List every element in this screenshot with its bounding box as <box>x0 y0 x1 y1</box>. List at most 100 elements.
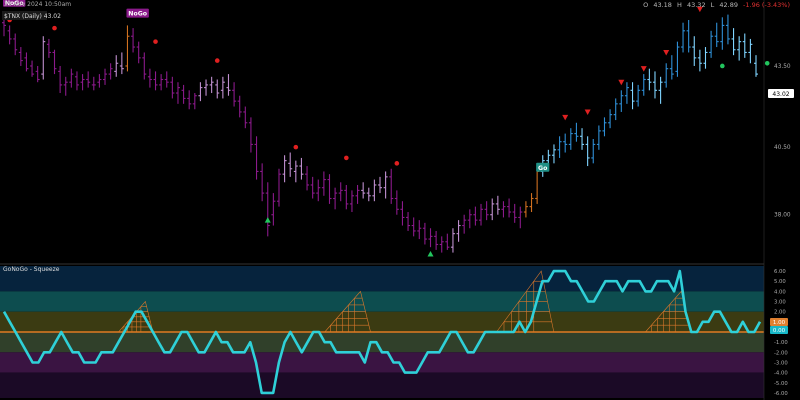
price-bar <box>411 217 416 237</box>
low-label: L <box>710 1 715 9</box>
price-bar <box>462 214 467 234</box>
price-bar <box>215 79 220 99</box>
price-bar <box>501 201 506 218</box>
last-price-badge: 43.02 <box>768 89 794 98</box>
price-bar <box>619 90 624 112</box>
price-bar <box>394 190 399 215</box>
price-bar <box>422 222 427 245</box>
price-bar <box>692 36 697 66</box>
price-bar <box>237 95 242 118</box>
svg-text:0.00: 0.00 <box>773 328 786 334</box>
price-bar <box>372 179 377 202</box>
price-bar <box>647 68 652 91</box>
price-bar <box>439 236 444 253</box>
oscillator-band <box>0 291 764 312</box>
price-bar <box>30 60 35 77</box>
price-bar <box>658 76 663 104</box>
chart-date: 25 Nov 2024 10:50am <box>4 1 72 8</box>
price-bar <box>484 201 489 221</box>
price-bar <box>630 82 635 110</box>
price-bar <box>366 187 371 202</box>
oscillator-marker-1: 1.00 <box>770 318 788 326</box>
high-label: H <box>677 1 682 9</box>
price-bar <box>608 109 613 129</box>
price-bar <box>52 49 57 75</box>
price-bar <box>41 36 46 80</box>
oscillator-tick: 3.00 <box>774 300 786 306</box>
oscillator-title: GoNoGo - Squeeze <box>3 266 60 273</box>
oscillator-tick: -6.00 <box>774 391 788 397</box>
go-dot <box>720 63 725 69</box>
price-bar <box>276 168 281 207</box>
price-bar <box>282 155 287 183</box>
price-bar <box>153 71 158 91</box>
down-triangle <box>663 49 670 56</box>
price-bar <box>720 17 725 50</box>
svg-text:NoGo: NoGo <box>128 11 147 18</box>
price-bar <box>417 220 422 240</box>
oscillator-band <box>0 311 764 332</box>
price-bar <box>187 90 192 110</box>
price-bar <box>305 166 310 191</box>
go-dot <box>764 60 770 66</box>
price-bar <box>299 157 304 180</box>
down-triangle <box>562 114 569 121</box>
price-bar <box>574 122 579 142</box>
change-value: -1.96 (-3.43%) <box>743 1 790 9</box>
price-bar <box>378 176 382 194</box>
price-bar <box>686 20 691 53</box>
down-triangle <box>618 79 625 86</box>
price-bar <box>293 160 298 183</box>
price-bar <box>7 25 12 45</box>
price-tick: 38.00 <box>774 213 791 219</box>
price-bar <box>473 206 478 226</box>
price-bar <box>58 65 63 94</box>
nogo-dot <box>293 144 299 150</box>
price-bar <box>232 82 237 107</box>
svg-text:$TNX (Daily) 43.02: $TNX (Daily) 43.02 <box>4 13 61 20</box>
price-title: $TNX (Daily) 43.02 <box>2 11 61 20</box>
price-bar <box>361 182 366 199</box>
oscillator-tick: 4.00 <box>774 289 786 295</box>
price-bar <box>636 84 641 107</box>
price-bar <box>624 82 629 104</box>
price-bar <box>125 25 130 72</box>
price-bar <box>400 201 405 226</box>
up-triangle <box>427 250 434 257</box>
price-bar <box>602 117 607 137</box>
price-bar <box>254 136 259 180</box>
signal-markers: NoGoNoGoGo <box>3 0 770 257</box>
up-triangle <box>264 217 271 223</box>
price-bar <box>456 220 461 242</box>
price-tick: 43.50 <box>774 64 791 70</box>
price-bar <box>450 228 455 253</box>
price-bar <box>181 84 186 104</box>
price-bar <box>641 74 646 96</box>
price-bar <box>159 74 164 91</box>
price-bar <box>147 68 152 88</box>
axis-labels: 43.50 40.50 38.00 6.00 5.00 4.00 3.00 2.00 1.00 -… <box>774 64 791 397</box>
price-bar <box>119 52 124 75</box>
price-bar <box>13 33 18 56</box>
price-bar <box>175 82 180 104</box>
price-bar <box>467 209 472 229</box>
price-bar <box>265 182 270 237</box>
price-bar <box>316 179 321 202</box>
nogo-dot <box>344 155 349 161</box>
price-bar <box>170 76 175 99</box>
price-bar <box>80 74 85 91</box>
open-value: 43.18 <box>653 1 672 9</box>
price-bar <box>428 228 433 248</box>
price-bar <box>714 22 719 48</box>
price-bar <box>349 190 354 213</box>
price-bar <box>198 82 203 102</box>
open-label: O <box>643 1 649 9</box>
price-bar <box>355 184 360 204</box>
price-bar <box>209 76 214 94</box>
price-bar <box>737 36 742 61</box>
price-bar <box>260 163 265 202</box>
svg-text:Go: Go <box>538 165 547 172</box>
price-bar <box>91 76 96 91</box>
price-bar <box>512 203 517 223</box>
price-bar <box>697 49 702 72</box>
